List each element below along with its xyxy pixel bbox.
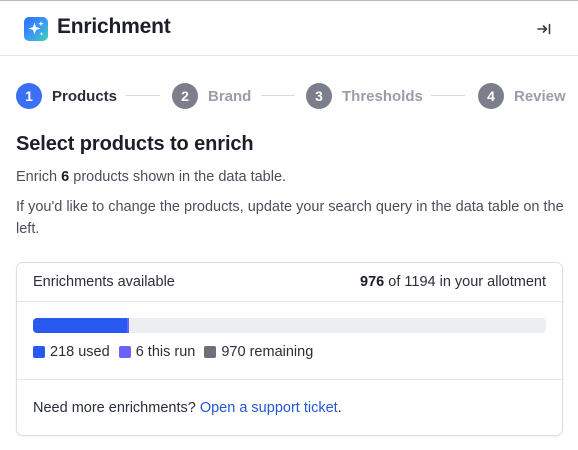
available-count: 976 bbox=[360, 274, 385, 290]
step-label: Review bbox=[514, 87, 566, 105]
section-heading: Select products to enrich bbox=[16, 133, 254, 155]
allotment-label: Enrichments available bbox=[33, 274, 175, 290]
step-number: 2 bbox=[172, 83, 198, 109]
legend-swatch bbox=[118, 346, 131, 358]
support-ticket-link[interactable]: Open a support ticket bbox=[200, 400, 338, 416]
step-label: Brand bbox=[208, 87, 252, 105]
step-number: 1 bbox=[16, 83, 42, 109]
footer-end: . bbox=[337, 400, 342, 416]
allotment-summary: 976 of 1194 in your allotment bbox=[360, 274, 546, 290]
legend-used: 218 used bbox=[33, 344, 110, 360]
legend-value: 218 bbox=[50, 344, 75, 360]
allotment-suffix: in your allotment bbox=[439, 274, 546, 290]
this-run-segment bbox=[126, 318, 130, 333]
allotment-progress-bar bbox=[33, 318, 546, 333]
enrich-count: 6 bbox=[61, 169, 70, 185]
allotment-footer: Need more enrichments? Open a support ti… bbox=[33, 400, 342, 416]
legend-value: 6 bbox=[135, 344, 144, 360]
step-indicator: 1 Products 2 Brand 3 Thresholds 4 Review bbox=[16, 82, 566, 110]
legend-swatch bbox=[204, 346, 217, 358]
allotment-header: Enrichments available 976 of 1194 in you… bbox=[17, 263, 562, 302]
step-connector bbox=[261, 95, 295, 96]
panel-header: Enrichment bbox=[0, 1, 578, 56]
panel-title: Enrichment bbox=[57, 15, 171, 38]
step-connector bbox=[126, 95, 160, 96]
step-number: 4 bbox=[478, 83, 504, 109]
legend-this-run: 6 this run bbox=[118, 344, 196, 360]
allotment-card: Enrichments available 976 of 1194 in you… bbox=[16, 262, 563, 436]
enrich-summary: Enrich 6 products shown in the data tabl… bbox=[16, 169, 286, 185]
step-connector bbox=[431, 95, 465, 96]
legend-value: 970 bbox=[221, 344, 246, 360]
legend-swatch bbox=[33, 346, 45, 358]
step-number: 3 bbox=[306, 83, 332, 109]
card-divider bbox=[17, 379, 562, 380]
legend-label: remaining bbox=[249, 344, 314, 360]
legend-remaining: 970 remaining bbox=[204, 344, 313, 360]
collapse-right-icon[interactable] bbox=[534, 19, 554, 39]
legend-label: used bbox=[78, 344, 110, 360]
step-label: Thresholds bbox=[342, 87, 423, 105]
total-count: 1194 bbox=[404, 274, 436, 290]
step-label: Products bbox=[52, 87, 118, 105]
step-thresholds[interactable]: 3 Thresholds bbox=[306, 82, 423, 110]
enrich-prefix: Enrich bbox=[16, 169, 58, 185]
footer-text: Need more enrichments? bbox=[33, 400, 196, 416]
step-brand[interactable]: 2 Brand bbox=[172, 82, 251, 110]
enrich-suffix: products shown in the data table. bbox=[73, 169, 287, 185]
of-text: of bbox=[388, 274, 401, 290]
legend-label: this run bbox=[147, 344, 196, 360]
allotment-legend: 218 used 6 this run 970 remaining bbox=[33, 344, 322, 360]
step-review[interactable]: 4 Review bbox=[478, 82, 566, 110]
used-segment bbox=[33, 318, 127, 333]
instructions-text: If you'd like to change the products, up… bbox=[16, 199, 564, 237]
step-products[interactable]: 1 Products bbox=[16, 82, 117, 110]
sparkles-icon bbox=[24, 17, 48, 41]
